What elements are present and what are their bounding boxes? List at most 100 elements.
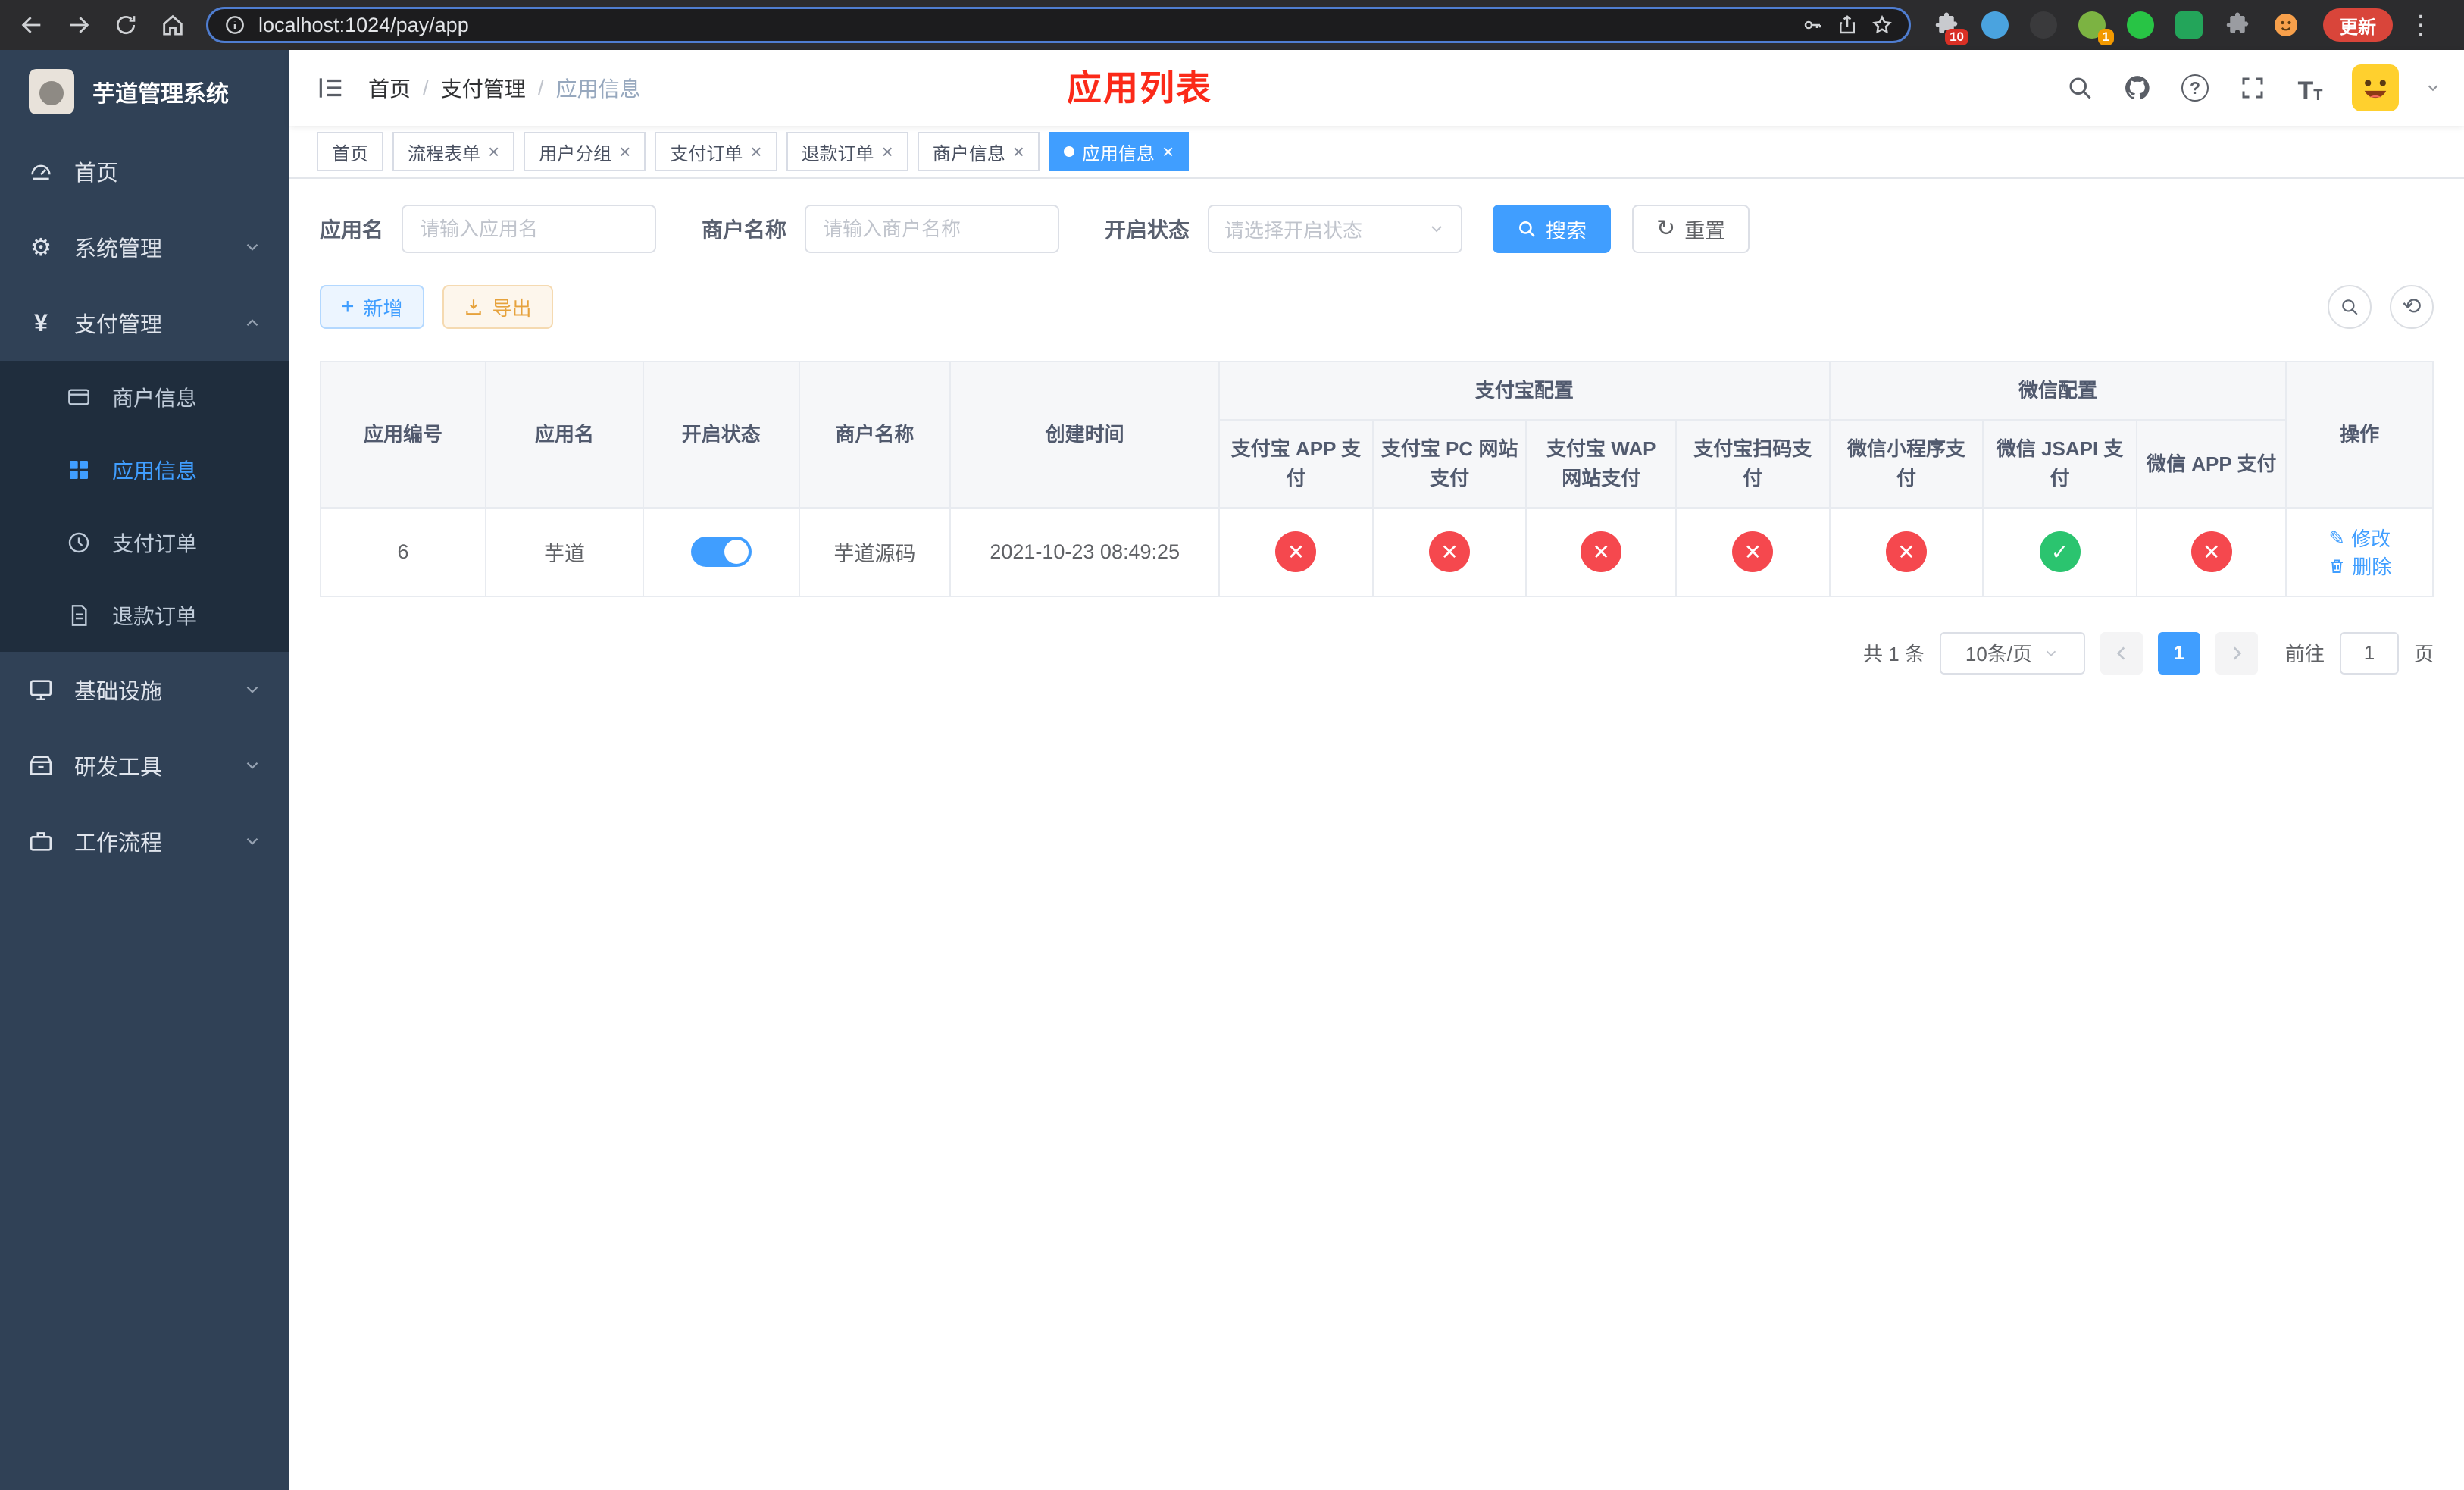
chevron-down-icon: [242, 680, 262, 700]
total-count: 共 1 条: [1863, 643, 1925, 665]
toggle-search-button[interactable]: [2328, 285, 2372, 329]
sidebar-item-label: 商户信息: [112, 387, 198, 410]
current-page-button[interactable]: 1: [2157, 631, 2200, 675]
browser-extension-icon[interactable]: [2270, 9, 2302, 41]
next-page-button[interactable]: [2215, 631, 2258, 675]
goto-label: 前往: [2284, 643, 2325, 665]
wechat-app-disabled-icon: [2190, 531, 2232, 573]
export-button-label: 导出: [492, 296, 532, 320]
delete-button[interactable]: 删除: [2328, 552, 2391, 580]
url-text[interactable]: localhost:1024/pay/app: [258, 14, 469, 37]
sidebar-item-payment[interactable]: ¥ 支付管理: [0, 285, 289, 361]
download-icon: [465, 299, 481, 315]
browser-extension-icon[interactable]: [2028, 9, 2059, 41]
sidebar-item-merchant-info[interactable]: 商户信息: [0, 361, 289, 434]
page-size-value: 10条/页: [1965, 643, 2033, 665]
tab-label: 首页: [332, 143, 368, 164]
font-size-icon[interactable]: [2294, 72, 2326, 104]
fullscreen-icon[interactable]: [2237, 72, 2269, 104]
sidebar-item-app-info[interactable]: 应用信息: [0, 434, 289, 506]
column-group-wechat: 微信配置: [1828, 361, 2287, 421]
breadcrumb-home[interactable]: 首页: [368, 73, 411, 103]
column-header-created: 创建时间: [949, 361, 1221, 509]
sidebar-item-label: 系统管理: [74, 237, 163, 261]
github-icon[interactable]: [2122, 72, 2153, 104]
sidebar-item-dev-tools[interactable]: 研发工具: [0, 728, 289, 803]
refresh-table-button[interactable]: ⟲: [2390, 285, 2434, 329]
refresh-icon: ↻: [1656, 216, 1676, 241]
delete-label: 删除: [2352, 556, 2392, 578]
browser-extension-icon[interactable]: [1979, 9, 2011, 41]
site-info-icon[interactable]: [224, 14, 246, 36]
column-header-actions: 操作: [2285, 361, 2434, 509]
sidebar-item-home[interactable]: 首页: [0, 133, 289, 209]
sidebar-item-refund-order[interactable]: 退款订单: [0, 579, 289, 652]
sidebar-item-infrastructure[interactable]: 基础设施: [0, 652, 289, 728]
tab-merchant-info[interactable]: 商户信息 ×: [917, 132, 1040, 171]
tab-home[interactable]: 首页: [317, 132, 383, 171]
bookmark-star-icon[interactable]: [1871, 14, 1893, 36]
top-navbar: 首页 / 支付管理 / 应用信息: [289, 50, 2464, 126]
browser-extension-icon[interactable]: 1: [2076, 9, 2114, 45]
sidebar-toggle-icon[interactable]: [312, 70, 349, 106]
password-key-icon[interactable]: [1801, 14, 1824, 36]
page-size-select[interactable]: 10条/页: [1939, 631, 2085, 675]
sidebar-item-pay-order[interactable]: 支付订单: [0, 506, 289, 579]
search-icon[interactable]: [2064, 72, 2096, 104]
breadcrumb-payment[interactable]: 支付管理: [441, 73, 526, 103]
address-bar[interactable]: localhost:1024/pay/app: [206, 7, 1911, 43]
reload-icon[interactable]: [106, 5, 145, 45]
chevron-left-icon: [2116, 646, 2125, 660]
extensions-puzzle-icon[interactable]: 10: [1931, 9, 1968, 45]
avatar-caret-icon[interactable]: [2425, 80, 2441, 96]
toolbox-icon: [27, 752, 55, 779]
browser-extension-icon[interactable]: [2222, 9, 2253, 41]
browser-extension-icon[interactable]: [2125, 9, 2156, 41]
tab-user-group[interactable]: 用户分组 ×: [524, 132, 646, 171]
back-icon[interactable]: [12, 5, 52, 45]
sidebar-item-system[interactable]: ⚙ 系统管理: [0, 209, 289, 285]
edit-button[interactable]: ✎ 修改: [2328, 524, 2391, 552]
prev-page-button[interactable]: [2100, 631, 2143, 675]
tab-process-form[interactable]: 流程表单 ×: [392, 132, 515, 171]
user-avatar[interactable]: [2352, 64, 2399, 111]
app-name-input[interactable]: [402, 205, 657, 253]
export-button[interactable]: 导出: [442, 285, 553, 329]
tab-pay-order[interactable]: 支付订单 ×: [655, 132, 777, 171]
chrome-update-button[interactable]: 更新: [2323, 8, 2393, 42]
share-icon[interactable]: [1836, 14, 1859, 36]
merchant-name-input[interactable]: [805, 205, 1060, 253]
status-toggle[interactable]: [690, 537, 752, 568]
tab-refund-order[interactable]: 退款订单 ×: [786, 132, 908, 171]
goto-page-input[interactable]: [2339, 631, 2399, 675]
home-icon[interactable]: [153, 5, 192, 45]
reset-button[interactable]: ↻ 重置: [1632, 205, 1750, 253]
help-icon[interactable]: [2179, 72, 2211, 104]
forward-icon[interactable]: [59, 5, 98, 45]
search-button[interactable]: 搜索: [1493, 205, 1612, 253]
status-select[interactable]: 请选择开启状态: [1208, 205, 1463, 253]
browser-menu-icon[interactable]: ⋮: [2400, 10, 2441, 40]
cell-status: [642, 507, 800, 597]
app-logo-row: 芋道管理系统: [0, 50, 289, 133]
browser-extension-icon[interactable]: [2173, 9, 2205, 41]
column-header-alipay-app: 支付宝 APP 支付: [1218, 419, 1374, 509]
payment-submenu: 商户信息 应用信息 支付订单 退款订单: [0, 361, 289, 652]
tab-label: 支付订单: [670, 143, 743, 164]
breadcrumb-current: 应用信息: [555, 77, 641, 101]
pencil-icon: ✎: [2328, 526, 2346, 549]
breadcrumb-separator: /: [423, 76, 429, 99]
close-icon[interactable]: ×: [882, 142, 893, 161]
clock-circle-icon: [65, 529, 92, 556]
sidebar-item-label: 应用信息: [112, 459, 198, 483]
sidebar-item-workflow[interactable]: 工作流程: [0, 803, 289, 879]
add-button[interactable]: + 新增: [320, 285, 424, 329]
close-icon[interactable]: ×: [488, 142, 499, 161]
close-icon[interactable]: ×: [1162, 142, 1174, 161]
close-icon[interactable]: ×: [619, 142, 630, 161]
close-icon[interactable]: ×: [1013, 142, 1024, 161]
tab-app-info[interactable]: 应用信息 ×: [1048, 132, 1190, 171]
sidebar-item-label: 首页: [74, 161, 119, 186]
column-header-wechat-mini: 微信小程序支付: [1828, 419, 1984, 509]
close-icon[interactable]: ×: [750, 142, 761, 161]
